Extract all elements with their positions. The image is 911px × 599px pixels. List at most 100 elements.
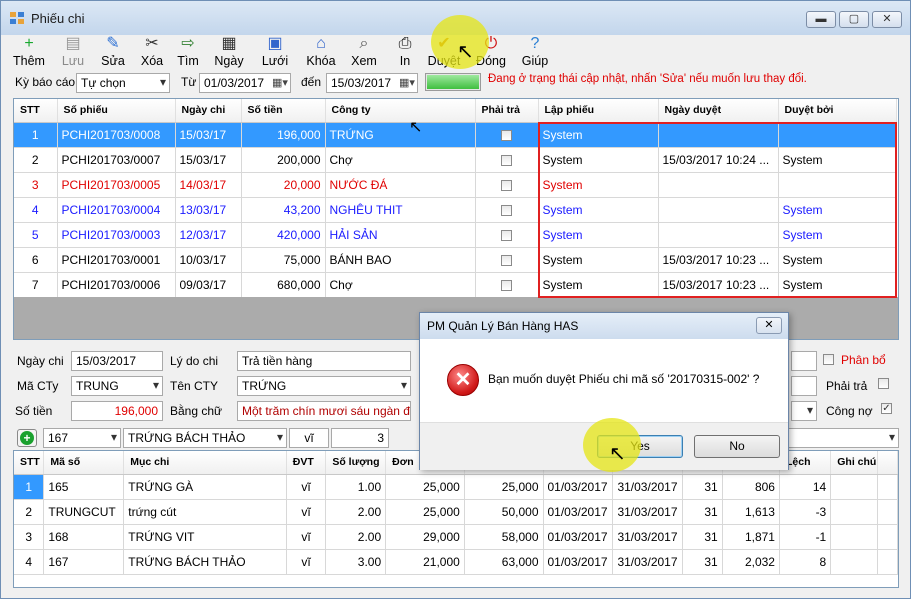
toolbar-button-print[interactable]: ⎙ In [385, 35, 425, 69]
toolbar-button-preview[interactable]: ⌕ Xem [344, 35, 384, 69]
day-count: 31 [682, 524, 723, 550]
created-by: System [538, 122, 659, 148]
voucher-date: 12/03/17 [175, 222, 242, 248]
toolbar-button-calendar[interactable]: ▦ Ngày [209, 35, 249, 69]
phai-tra-checkbox[interactable] [501, 279, 512, 291]
voucher-amount: 43,200 [241, 197, 326, 223]
difference: 8 [779, 549, 832, 575]
ma-cty-select[interactable]: TRUNG [71, 376, 163, 396]
toolbar-button-delete[interactable]: ✂ Xóa [132, 35, 172, 69]
voucher-date: 13/03/17 [175, 197, 242, 223]
calendar-dropdown-icon[interactable]: ▦▾ [271, 75, 289, 91]
table-row[interactable]: 4 167 TRỨNG BÁCH THẢO vĩ 3.00 21,000 63,000 01/… [14, 549, 898, 575]
item-unit: vĩ [286, 499, 327, 525]
approval-date: 15/03/2017 10:23 ... [658, 272, 779, 298]
phai-tra-checkbox[interactable] [501, 154, 512, 166]
toolbar-button-find[interactable]: ⇨ Tìm [168, 35, 208, 69]
item-code-select[interactable]: 167 [43, 428, 121, 448]
phai-tra-checkbox[interactable] [878, 378, 889, 389]
ten-cty-select[interactable]: TRỨNG [237, 376, 411, 396]
voucher-amount: 420,000 [241, 222, 326, 248]
calendar-dropdown-icon[interactable]: ▦▾ [398, 75, 416, 91]
to-date-picker[interactable]: 15/03/2017 ▦▾ [326, 73, 418, 93]
toolbar-button-edit[interactable]: ✎ Sửa [93, 35, 133, 69]
end-date: 31/03/2017 [612, 499, 684, 525]
column-header: Mã số [43, 451, 125, 475]
bang-chu-field[interactable]: Một trăm chín mươi sáu ngàn đ [237, 401, 411, 421]
toolbar-button-grid[interactable]: ▣ Lưới [255, 35, 295, 69]
cong-no-checkbox[interactable] [881, 403, 892, 414]
company-name: HẢI SẢN [325, 222, 476, 248]
phai-tra-checkbox[interactable] [501, 129, 512, 141]
table-row[interactable]: 1 PCHI201703/0008 15/03/17 196,000 TRỨNG Syst… [14, 122, 897, 148]
add-item-button[interactable]: + [17, 429, 37, 447]
item-unit-field[interactable]: vĩ [289, 428, 329, 448]
toolbar-button-help-book[interactable]: ? Giúp [515, 35, 555, 69]
table-row[interactable]: 4 PCHI201703/0004 13/03/17 43,200 NGHÊU THIT… [14, 197, 897, 223]
daily-value: 806 [722, 474, 780, 500]
start-date: 01/03/2017 [543, 524, 614, 550]
approved-by: System [778, 147, 897, 173]
approved-by: System [778, 272, 897, 298]
start-date: 01/03/2017 [543, 549, 614, 575]
lock-icon: ⌂ [316, 35, 326, 52]
close-window-button[interactable]: ✕ [872, 11, 902, 28]
end-date: 31/03/2017 [612, 524, 684, 550]
table-row[interactable]: 7 PCHI201703/0006 09/03/17 680,000 Chợ System… [14, 272, 897, 298]
company-name: TRỨNG [325, 122, 476, 148]
item-unit: vĩ [286, 549, 327, 575]
voucher-amount: 680,000 [241, 272, 326, 298]
from-date-picker[interactable]: 01/03/2017 ▦▾ [199, 73, 291, 93]
no-button[interactable]: No [694, 435, 780, 458]
toolbar-button-lock[interactable]: ⌂ Khóa [301, 35, 341, 69]
period-select[interactable]: Tự chọn [76, 73, 170, 93]
right-field-1[interactable] [791, 351, 817, 371]
created-by: System [538, 247, 659, 273]
toolbar-label: Ngày [214, 54, 244, 68]
voucher-number: PCHI201703/0007 [57, 147, 176, 173]
note-cell [830, 524, 879, 550]
right-field-2[interactable] [791, 376, 817, 396]
daily-value: 1,871 [722, 524, 780, 550]
item-code: 168 [43, 524, 125, 550]
item-extra-select[interactable] [787, 428, 899, 448]
toolbar-label: Khóa [306, 54, 336, 68]
ly-do-label: Lý do chi [170, 354, 219, 368]
toolbar-button-add[interactable]: + Thêm [9, 35, 49, 69]
so-tien-field[interactable]: 196,000 [71, 401, 163, 421]
detail-grid[interactable]: STT Mã số Mục chi ĐVT Số lượng Đơn Lệch Ghi chú… [13, 450, 899, 588]
item-name-select[interactable]: TRỨNG BÁCH THẢO [123, 428, 287, 448]
right-select[interactable] [791, 401, 817, 421]
phan-bo-checkbox[interactable] [823, 354, 834, 365]
ly-do-field[interactable]: Trả tiền hàng [237, 351, 411, 371]
ngay-chi-field[interactable]: 15/03/2017 [71, 351, 163, 371]
maximize-button[interactable]: ▢ [839, 11, 869, 28]
table-row[interactable]: 5 PCHI201703/0003 12/03/17 420,000 HẢI SẢN Sy… [14, 222, 897, 248]
phai-tra-checkbox[interactable] [501, 179, 512, 191]
table-row[interactable]: 3 168 TRỨNG VIT vĩ 2.00 29,000 58,000 01/03/201… [14, 524, 898, 550]
dialog-close-button[interactable]: ✕ [756, 317, 782, 334]
table-row[interactable]: 1 165 TRỨNG GÀ vĩ 1.00 25,000 25,000 01/03/2017… [14, 474, 898, 500]
item-unit: vĩ [286, 474, 327, 500]
table-row[interactable]: 2 PCHI201703/0007 15/03/17 200,000 Chợ System… [14, 147, 897, 173]
table-row[interactable]: 6 PCHI201703/0001 10/03/17 75,000 BÁNH BAO Sy… [14, 247, 897, 273]
voucher-grid[interactable]: STT Số phiếu Ngày chi Số tiền Công ty Phải tr… [13, 98, 899, 340]
phai-tra-checkbox[interactable] [501, 204, 512, 216]
toolbar-button-save[interactable]: ▤ Lưu [53, 35, 93, 69]
minimize-button[interactable]: ▬ [806, 11, 836, 28]
phai-tra-checkbox[interactable] [501, 229, 512, 241]
approval-date [658, 122, 779, 148]
note-cell [830, 499, 879, 525]
table-row[interactable]: 2 TRUNGCUT trứng cút vĩ 2.00 25,000 50,000 01/0… [14, 499, 898, 525]
toolbar-label: Lưới [261, 54, 289, 68]
table-row[interactable]: 3 PCHI201703/0005 14/03/17 20,000 NƯỚC ĐÁ Sys… [14, 172, 897, 198]
phai-tra-checkbox[interactable] [501, 254, 512, 266]
phan-bo-label: Phân bổ [841, 353, 886, 367]
difference: -3 [779, 499, 832, 525]
end-date: 31/03/2017 [612, 474, 684, 500]
item-qty-field[interactable]: 3 [331, 428, 389, 448]
voucher-number: PCHI201703/0004 [57, 197, 176, 223]
column-header: Ngày duyệt [658, 99, 779, 123]
item-code: TRUNGCUT [43, 499, 125, 525]
toolbar-label: In [399, 54, 411, 68]
